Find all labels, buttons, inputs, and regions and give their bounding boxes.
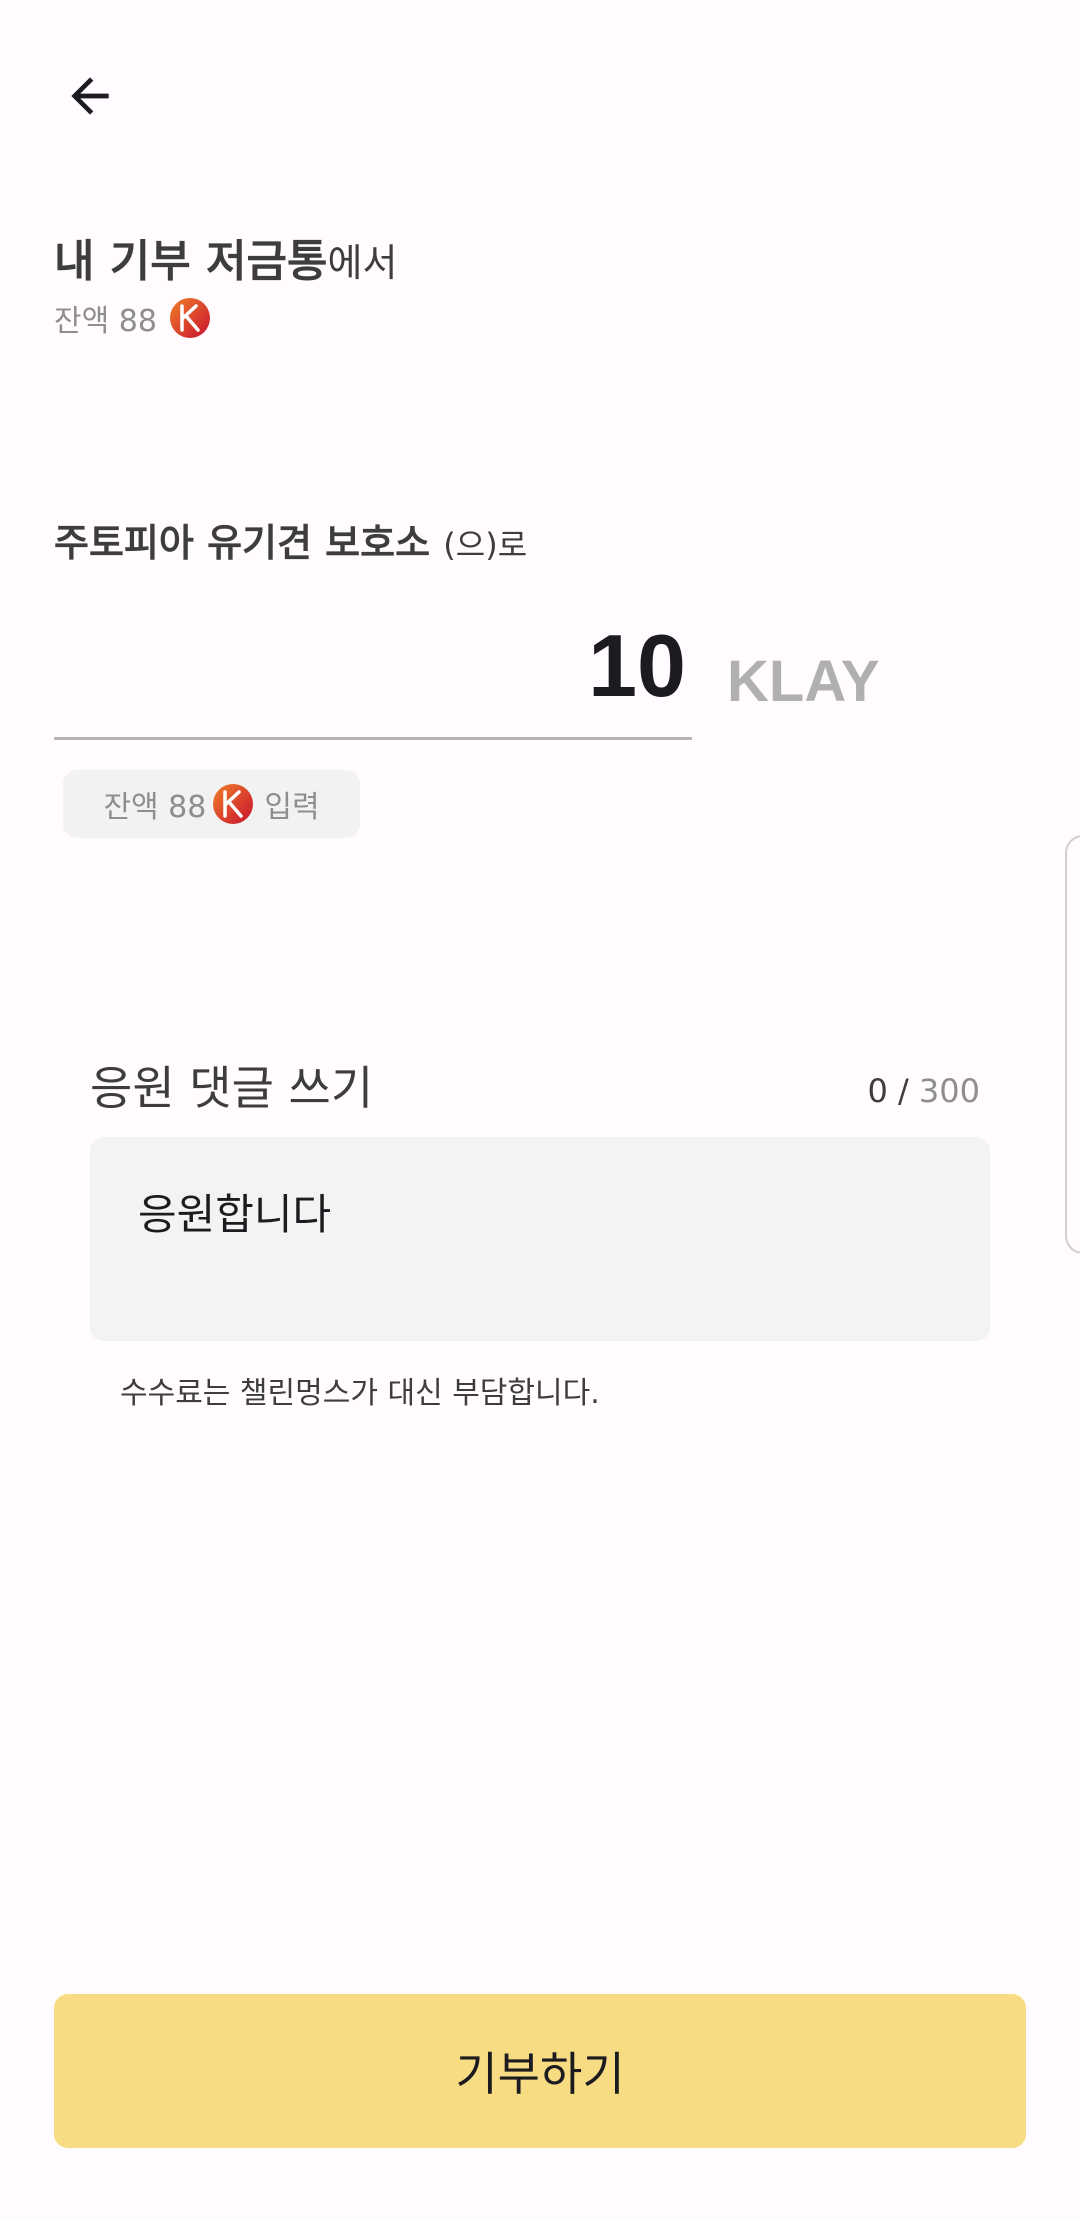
amount-value: 10 xyxy=(588,616,686,715)
back-button[interactable] xyxy=(54,60,126,132)
amount-unit: KLAY xyxy=(727,649,880,714)
arrow-left-icon xyxy=(71,77,109,115)
destination-title: 주토피아 유기견 보호소 (으)로 xyxy=(54,512,527,567)
comment-count: 0 xyxy=(867,1072,888,1110)
use-balance-chip[interactable]: 잔액 88 입력 xyxy=(63,770,360,838)
source-balance: 잔액 88 xyxy=(54,296,211,340)
source-title: 내 기부 저금통에서 xyxy=(54,225,397,289)
comment-title: 응원 댓글 쓰기 xyxy=(90,1061,374,1115)
donate-button-label: 기부하기 xyxy=(455,2047,625,2101)
side-panel-handle[interactable] xyxy=(1065,835,1080,1254)
donate-button[interactable]: 기부하기 xyxy=(54,1994,1026,2148)
donation-screen: 내 기부 저금통에서 잔액 88 주토피아 유기견 보호소 (으)로 10 KL… xyxy=(0,0,1080,2220)
fee-notice: 수수료는 챌린멍스가 대신 부담합니다. xyxy=(120,1376,600,1411)
comment-counter: 0 / 300 xyxy=(867,1072,980,1110)
comment-input-value: 응원합니다 xyxy=(138,1190,332,1239)
comment-input[interactable]: 응원합니다 xyxy=(90,1137,990,1341)
comment-count-separator: / xyxy=(887,1072,919,1110)
amount-input[interactable]: 10 xyxy=(54,615,692,740)
destination-name: 주토피아 유기견 보호소 xyxy=(54,521,431,565)
comment-max: 300 xyxy=(918,1072,980,1110)
chip-balance-text: 잔액 88 xyxy=(103,790,207,825)
source-suffix: 에서 xyxy=(327,241,398,285)
source-name: 내 기부 저금통 xyxy=(54,236,328,287)
destination-suffix: (으)로 xyxy=(443,526,528,564)
source-balance-text: 잔액 88 xyxy=(54,304,157,339)
klay-coin-icon xyxy=(169,298,210,338)
chip-action-label: 입력 xyxy=(264,790,320,825)
klay-coin-icon xyxy=(213,784,254,824)
